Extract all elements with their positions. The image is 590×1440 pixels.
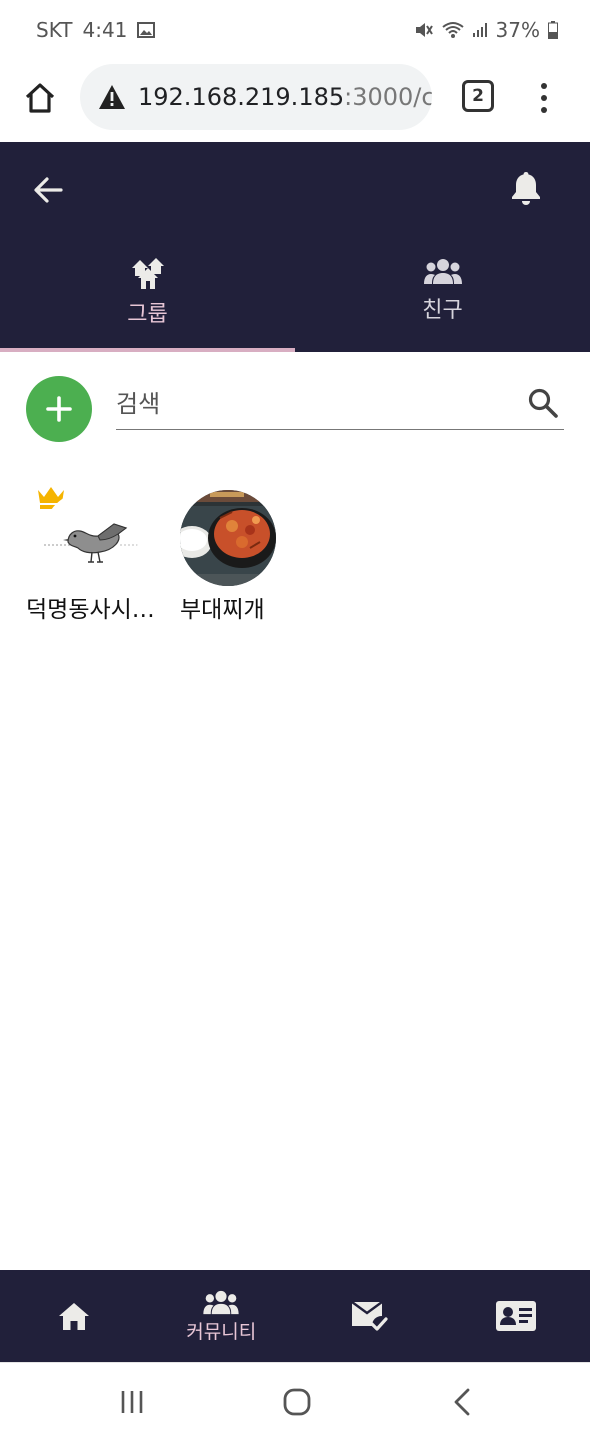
id-card-icon [496,1301,537,1331]
system-nav-bar [0,1362,590,1440]
mute-icon [414,21,434,39]
group-name: 부대찌개 [180,597,265,623]
tab-groups-label: 그룹 [127,302,168,327]
plus-icon [46,396,72,422]
carrier-label: SKT [36,18,73,42]
tab-switcher-button[interactable]: 2 [462,80,494,112]
menu-dot-icon [541,83,547,89]
home-circle-icon [283,1388,311,1416]
nav-home[interactable] [0,1270,148,1362]
home-outline-icon [25,83,55,113]
group-thumbnail-stew [180,490,276,586]
nav-messages[interactable] [295,1270,443,1362]
url-text: 192.168.219.185:3000/c [138,83,432,111]
community-icon [203,1290,239,1314]
group-name: 덕명동사시… [26,597,155,623]
bell-icon [512,172,540,205]
mail-check-icon [351,1301,388,1331]
url-host: 192.168.219.185 [138,83,345,111]
group-thumbnail-pigeon [42,490,138,586]
bottom-nav: 커뮤니티 [0,1270,590,1362]
menu-dot-icon [541,107,547,113]
group-item[interactable]: 덕명동사시… [22,480,172,630]
battery-icon [548,21,558,39]
app-header: 그룹 친구 [0,142,590,352]
search-icon[interactable] [526,386,560,420]
status-left: SKT 4:41 [36,18,156,42]
browser-home-button[interactable] [18,76,62,120]
url-path: :3000/c [344,83,432,111]
menu-dot-icon [541,95,547,101]
home-icon [58,1303,89,1330]
gallery-notification-icon [137,22,156,38]
nav-community[interactable]: 커뮤니티 [148,1270,296,1362]
group-item[interactable]: 부대찌개 [176,480,326,630]
wifi-icon [441,21,464,39]
tab-friends-label: 친구 [422,298,463,323]
battery-label: 37% [495,18,540,42]
tab-groups[interactable]: 그룹 [0,252,295,352]
search-input[interactable] [116,384,516,424]
back-button[interactable] [28,170,68,210]
people-icon [423,259,462,284]
time-label: 4:41 [82,18,128,42]
not-secure-warning-icon[interactable] [96,81,128,113]
browser-toolbar: 192.168.219.185:3000/c 2 [0,62,590,142]
status-right: 37% [414,18,558,42]
nav-profile[interactable] [443,1270,590,1362]
active-tab-indicator [0,348,295,352]
group-houses-icon [131,258,164,289]
arrow-left-icon [34,177,63,203]
address-bar[interactable]: 192.168.219.185:3000/c [80,64,432,130]
recent-apps-button[interactable] [112,1385,152,1419]
add-group-button[interactable] [26,376,92,442]
tab-friends[interactable]: 친구 [295,252,590,352]
search-field [116,378,564,430]
nav-community-label: 커뮤니티 [186,1320,257,1343]
recent-apps-icon [121,1391,143,1413]
tab-count: 2 [472,86,484,106]
system-home-button[interactable] [277,1385,317,1419]
browser-menu-button[interactable] [530,76,558,120]
status-bar: SKT 4:41 37% [0,0,590,62]
signal-icon [472,22,488,38]
notifications-button[interactable] [506,168,546,208]
system-back-button[interactable] [442,1385,482,1419]
chevron-left-icon [454,1388,470,1416]
